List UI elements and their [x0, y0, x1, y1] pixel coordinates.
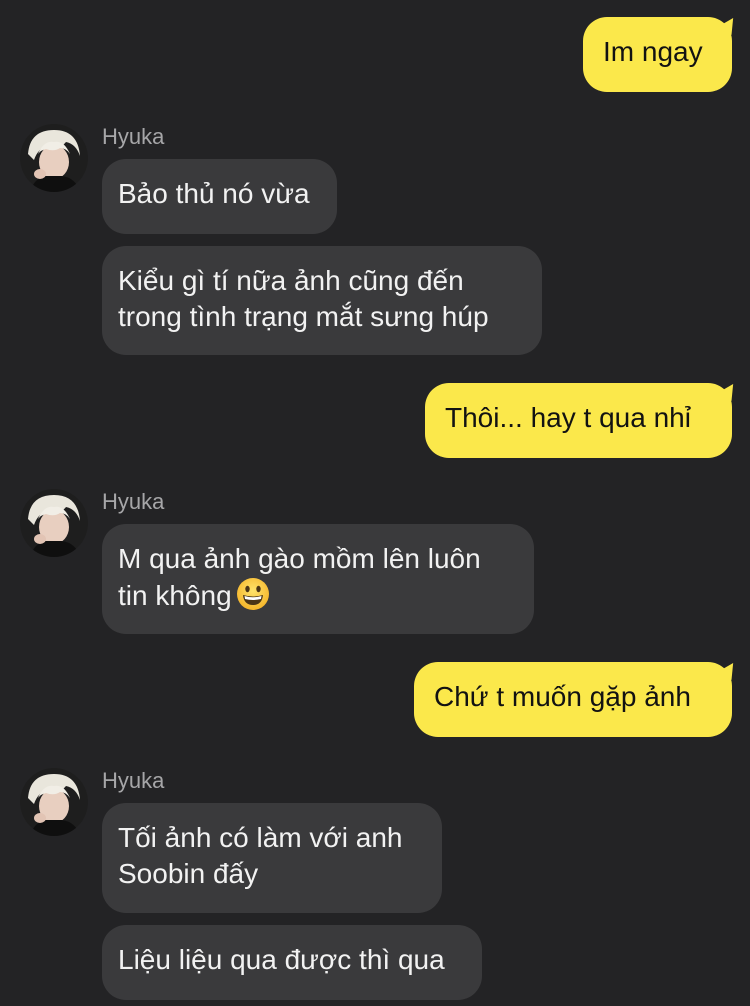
message-text-line: tin không: [118, 580, 232, 611]
outgoing-message-bubble[interactable]: Im ngay: [583, 17, 732, 92]
avatar[interactable]: [20, 768, 88, 836]
message-text: Liệu liệu qua được thì qua: [118, 944, 445, 975]
message-text-line: Soobin đấy: [118, 858, 259, 889]
incoming-message-bubble[interactable]: M qua ảnh gào mồm lên luôn tin không: [102, 524, 534, 634]
avatar[interactable]: [20, 124, 88, 192]
message-text-line: M qua ảnh gào mồm lên luôn: [118, 543, 481, 574]
incoming-message-bubble[interactable]: Tối ảnh có làm với anh Soobin đấy: [102, 803, 442, 913]
sender-name: Hyuka: [102, 768, 165, 793]
incoming-message-bubble[interactable]: Kiểu gì tí nữa ảnh cũng đến trong tình t…: [102, 246, 542, 355]
grinning-face-emoji: [236, 578, 269, 610]
sender-name: Hyuka: [102, 489, 165, 514]
message-text: Bảo thủ nó vừa: [118, 178, 310, 209]
outgoing-message-bubble[interactable]: Thôi... hay t qua nhỉ: [425, 383, 732, 458]
sender-name: Hyuka: [102, 124, 165, 149]
message-text: Thôi... hay t qua nhỉ: [445, 402, 691, 433]
outgoing-message-bubble[interactable]: Chứ t muốn gặp ảnh: [414, 662, 732, 737]
message-text: Im ngay: [603, 36, 703, 67]
avatar[interactable]: [20, 489, 88, 557]
message-text-line: Kiểu gì tí nữa ảnh cũng đến: [118, 265, 464, 296]
incoming-message-bubble[interactable]: Bảo thủ nó vừa: [102, 159, 337, 234]
message-text-line: Tối ảnh có làm với anh: [118, 822, 403, 853]
incoming-message-bubble[interactable]: Liệu liệu qua được thì qua: [102, 925, 482, 1000]
message-text: Chứ t muốn gặp ảnh: [434, 681, 691, 712]
message-text-line: trong tình trạng mắt sưng húp: [118, 301, 489, 332]
